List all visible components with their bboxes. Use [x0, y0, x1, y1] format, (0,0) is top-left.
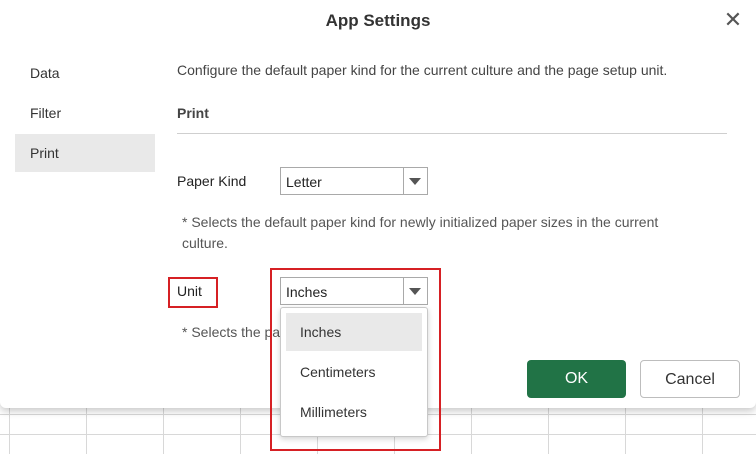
unit-option-centimeters[interactable]: Centimeters — [286, 353, 422, 391]
nav-item-print[interactable]: Print — [15, 134, 155, 172]
settings-nav: Data Filter Print — [15, 54, 155, 174]
print-description: Configure the default paper kind for the… — [177, 62, 668, 78]
unit-option-millimeters[interactable]: Millimeters — [286, 393, 422, 431]
section-title-print: Print — [177, 105, 727, 134]
paper-kind-value: Letter — [286, 174, 322, 190]
chevron-down-icon[interactable] — [403, 278, 427, 304]
paper-kind-label: Paper Kind — [177, 173, 247, 189]
nav-item-filter[interactable]: Filter — [15, 94, 155, 132]
unit-value: Inches — [286, 284, 328, 300]
cancel-button[interactable]: Cancel — [640, 360, 740, 398]
unit-select[interactable]: Inches — [280, 277, 428, 305]
close-icon[interactable]: ✕ — [722, 9, 744, 31]
chevron-down-icon[interactable] — [403, 168, 427, 194]
unit-dropdown-list: Inches Centimeters Millimeters — [280, 307, 428, 437]
paper-kind-note-line1: * Selects the default paper kind for new… — [182, 214, 659, 230]
dialog-title: App Settings — [325, 11, 431, 30]
unit-label: Unit — [177, 283, 202, 299]
paper-kind-select[interactable]: Letter — [280, 167, 428, 195]
unit-note: * Selects the pa — [182, 324, 281, 340]
ok-button[interactable]: OK — [527, 360, 626, 398]
unit-option-inches[interactable]: Inches — [286, 313, 422, 351]
paper-kind-note-line2: culture. — [182, 235, 228, 251]
nav-item-data[interactable]: Data — [15, 54, 155, 92]
